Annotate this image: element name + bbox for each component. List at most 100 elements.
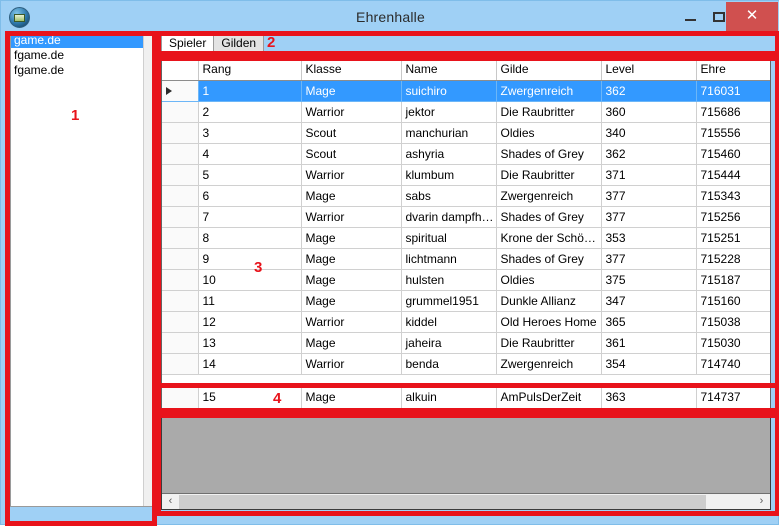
cell-gilde[interactable]: Krone der Schöpf... (496, 227, 602, 249)
cell-level[interactable]: 377 (601, 185, 697, 207)
cell-level[interactable]: 340 (601, 122, 697, 144)
table-row[interactable]: 12 Warrior kiddel Old Heroes Home 365 715038 (162, 311, 770, 333)
cell-rang[interactable]: 10 (198, 269, 302, 291)
cell-name[interactable]: grummel1951 (401, 290, 497, 312)
cell-name[interactable]: jektor (401, 101, 497, 123)
table-row[interactable]: 6 Mage sabs Zwergenreich 377 715343 (162, 185, 770, 207)
cell-ehre[interactable]: 715556 (696, 122, 770, 144)
cell-klasse[interactable]: Mage (301, 227, 402, 249)
cell-gilde[interactable]: Zwergenreich (496, 353, 602, 375)
table-row[interactable]: 11 Mage grummel1951 Dunkle Allianz 347 715160 (162, 290, 770, 312)
cell-rang[interactable]: 8 (198, 227, 302, 249)
cell-name[interactable]: alkuin (401, 387, 497, 409)
cell-gilde[interactable]: Oldies (496, 122, 602, 144)
cell-klasse[interactable]: Warrior (301, 101, 402, 123)
column-header-name[interactable]: Name (401, 59, 497, 81)
scroll-left-arrow-icon[interactable]: ‹ (162, 494, 179, 509)
table-row[interactable]: 3 Scout manchurian Oldies 340 715556 (162, 122, 770, 144)
cell-klasse[interactable]: Mage (301, 387, 402, 409)
cell-ehre[interactable]: 715251 (696, 227, 770, 249)
cell-rang[interactable]: 3 (198, 122, 302, 144)
cell-level[interactable]: 347 (601, 290, 697, 312)
row-selector-cell[interactable] (162, 311, 199, 333)
cell-rang[interactable]: 13 (198, 332, 302, 354)
table-row[interactable]: 5 Warrior klumbum Die Raubritter 371 715444 (162, 164, 770, 186)
cell-gilde[interactable]: Shades of Grey (496, 206, 602, 228)
cell-name[interactable]: hulsten (401, 269, 497, 291)
table-row[interactable]: 14 Warrior benda Zwergenreich 354 714740 (162, 353, 770, 375)
cell-rang[interactable]: 9 (198, 248, 302, 270)
cell-name[interactable]: kiddel (401, 311, 497, 333)
cell-rang[interactable]: 2 (198, 101, 302, 123)
cell-level[interactable]: 365 (601, 311, 697, 333)
cell-klasse[interactable]: Mage (301, 290, 402, 312)
cell-gilde[interactable]: Shades of Grey (496, 143, 602, 165)
cell-gilde[interactable]: Old Heroes Home (496, 311, 602, 333)
cell-level[interactable]: 375 (601, 269, 697, 291)
cell-ehre[interactable]: 715256 (696, 206, 770, 228)
cell-name[interactable]: lichtmann (401, 248, 497, 270)
cell-level[interactable]: 363 (601, 387, 697, 409)
server-list[interactable]: game.de fgame.de fgame.de (10, 32, 153, 507)
cell-gilde[interactable]: Shades of Grey (496, 248, 602, 270)
cell-klasse[interactable]: Mage (301, 269, 402, 291)
cell-ehre[interactable]: 715228 (696, 248, 770, 270)
cell-klasse[interactable]: Mage (301, 185, 402, 207)
cell-ehre[interactable]: 716031 (696, 80, 770, 102)
cell-ehre[interactable]: 715444 (696, 164, 770, 186)
horizontal-scrollbar[interactable]: ‹ › (162, 493, 770, 509)
cell-gilde[interactable]: Oldies (496, 269, 602, 291)
scroll-right-arrow-icon[interactable]: › (753, 494, 770, 509)
cell-name[interactable]: ashyria (401, 143, 497, 165)
table-row[interactable]: 4 Scout ashyria Shades of Grey 362 715460 (162, 143, 770, 165)
cell-name[interactable]: spiritual (401, 227, 497, 249)
tab-spieler[interactable]: Spieler (161, 33, 215, 52)
row-selector-cell[interactable] (162, 143, 199, 165)
cell-level[interactable]: 360 (601, 101, 697, 123)
server-list-item[interactable]: fgame.de (11, 63, 152, 78)
cell-klasse[interactable]: Mage (301, 248, 402, 270)
table-row[interactable]: 8 Mage spiritual Krone der Schöpf... 353 7152… (162, 227, 770, 249)
cell-name[interactable]: jaheira (401, 332, 497, 354)
cell-gilde[interactable]: Dunkle Allianz (496, 290, 602, 312)
cell-level[interactable]: 377 (601, 248, 697, 270)
cell-ehre[interactable]: 715686 (696, 101, 770, 123)
cell-name[interactable]: suichiro (401, 80, 497, 102)
cell-gilde[interactable]: Zwergenreich (496, 80, 602, 102)
cell-level[interactable]: 371 (601, 164, 697, 186)
row-selector-cell[interactable] (162, 290, 199, 312)
cell-name[interactable]: dvarin dampfham... (401, 206, 497, 228)
cell-klasse[interactable]: Warrior (301, 353, 402, 375)
cell-level[interactable]: 362 (601, 143, 697, 165)
cell-ehre[interactable]: 715460 (696, 143, 770, 165)
cell-gilde[interactable]: Zwergenreich (496, 185, 602, 207)
table-row[interactable]: 9 Mage lichtmann Shades of Grey 377 715228 (162, 248, 770, 270)
row-selector-cell[interactable] (162, 101, 199, 123)
row-selector-cell[interactable] (162, 122, 199, 144)
cell-rang[interactable]: 11 (198, 290, 302, 312)
server-list-item[interactable]: fgame.de (11, 48, 152, 63)
table-row[interactable]: 10 Mage hulsten Oldies 375 715187 (162, 269, 770, 291)
cell-gilde[interactable]: AmPulsDerZeit (496, 387, 602, 409)
cell-ehre[interactable]: 715187 (696, 269, 770, 291)
table-row[interactable]: 2 Warrior jektor Die Raubritter 360 715686 (162, 101, 770, 123)
row-selector-cell[interactable] (162, 353, 199, 375)
row-selector-cell[interactable] (162, 387, 199, 409)
row-selector-cell[interactable] (162, 164, 199, 186)
cell-rang[interactable]: 5 (198, 164, 302, 186)
cell-level[interactable]: 377 (601, 206, 697, 228)
tab-gilden[interactable]: Gilden (213, 33, 265, 52)
cell-name[interactable]: klumbum (401, 164, 497, 186)
server-list-item[interactable]: game.de (11, 33, 152, 48)
cell-ehre[interactable]: 715038 (696, 311, 770, 333)
cell-rang[interactable]: 15 (198, 387, 302, 409)
cell-gilde[interactable]: Die Raubritter (496, 101, 602, 123)
cell-name[interactable]: manchurian (401, 122, 497, 144)
column-header-klasse[interactable]: Klasse (301, 59, 402, 81)
cell-gilde[interactable]: Die Raubritter (496, 164, 602, 186)
cell-rang[interactable]: 12 (198, 311, 302, 333)
cell-ehre[interactable]: 714740 (696, 353, 770, 375)
cell-name[interactable]: benda (401, 353, 497, 375)
cell-level[interactable]: 362 (601, 80, 697, 102)
column-header-ehre[interactable]: Ehre (696, 59, 770, 81)
